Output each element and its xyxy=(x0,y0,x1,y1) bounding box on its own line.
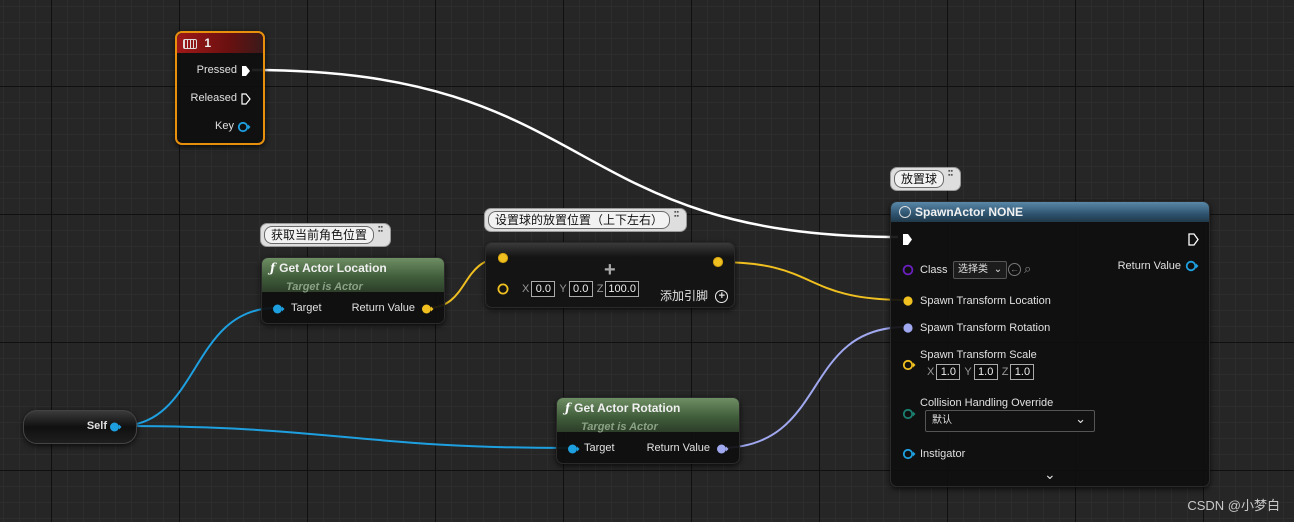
spawn-class-value: 选择类 xyxy=(958,264,988,275)
get-location-target-pin-icon[interactable] xyxy=(272,303,285,315)
function-icon: ƒ xyxy=(270,261,276,275)
key-struct-pin-icon[interactable] xyxy=(237,121,251,133)
watermark: CSDN @小梦白 xyxy=(1187,498,1280,513)
add-y-axis-label: Y xyxy=(559,283,567,295)
released-pin-label: Released xyxy=(190,92,237,104)
add-operator-plus-icon: + xyxy=(604,259,616,281)
search-icon[interactable]: ⌕ xyxy=(1024,261,1031,277)
spawn-collision-value: 默认 xyxy=(932,415,952,426)
comment-collapse-icon[interactable]: ▪▪ ▪▪ xyxy=(674,209,682,220)
get-actor-location-title: Get Actor Location xyxy=(279,261,387,275)
add-pin-plus-icon: + xyxy=(715,290,729,304)
get-rotation-target-pin-icon[interactable] xyxy=(567,443,580,455)
spawn-collision-label: Collision Handling Override xyxy=(920,397,1054,409)
get-location-target-label: Target xyxy=(291,302,322,314)
add-vector-comment[interactable]: 设置球的放置位置（上下左右）▪▪ ▪▪ xyxy=(484,208,688,232)
keyboard-event-header: 1 xyxy=(177,33,263,53)
back-arrow-icon[interactable]: ← xyxy=(1008,263,1021,276)
spawn-collision-byte-pin-icon[interactable] xyxy=(902,408,916,420)
self-node[interactable]: Self xyxy=(23,410,137,444)
get-rotation-target-label: Target xyxy=(584,442,615,454)
get-location-return-label: Return Value xyxy=(351,302,415,314)
comment-collapse-icon[interactable]: ▪▪ ▪▪ xyxy=(378,224,386,235)
get-rotation-return-rotator-pin-icon[interactable] xyxy=(716,443,729,455)
get-actor-location-node[interactable]: ƒ Get Actor Location Target is Actor Targ… xyxy=(261,257,445,324)
get-rotation-return-label: Return Value xyxy=(646,442,710,454)
chevron-down-icon: ⌄ xyxy=(1075,411,1086,426)
scale-z-axis-label: Z xyxy=(1001,366,1009,378)
self-label: Self xyxy=(86,420,107,432)
key-pin-label: Key xyxy=(215,120,234,132)
spawn-instigator-label: Instigator xyxy=(920,448,966,460)
scale-x-input[interactable]: 1.0 xyxy=(936,364,961,380)
add-input-a-vector-pin-icon[interactable] xyxy=(497,252,510,264)
spawn-actor-node[interactable]: SpawnActor NONE Class 选择类 ⌄ ← ⌕ Return V… xyxy=(890,201,1210,487)
spawn-actor-header: SpawnActor NONE xyxy=(891,202,1209,222)
scale-z-input[interactable]: 1.0 xyxy=(1010,364,1035,380)
add-vector-b-inputs: X 0.0 Y 0.0 Z 100.0 xyxy=(518,281,639,297)
add-y-input[interactable]: 0.0 xyxy=(568,281,593,297)
add-z-axis-label: Z xyxy=(596,283,604,295)
scale-x-axis-label: X xyxy=(927,366,935,378)
self-to-rotation-wire xyxy=(119,425,569,449)
add-pin-label: 添加引脚 xyxy=(660,289,709,303)
pressed-exec-pin-icon[interactable] xyxy=(241,65,251,77)
keyboard-icon xyxy=(183,38,197,49)
get-actor-rotation-subtitle: Target is Actor xyxy=(581,421,658,433)
spawn-rotation-label: Spawn Transform Rotation xyxy=(920,322,1051,334)
spawn-exec-out-pin-icon[interactable] xyxy=(1188,233,1199,246)
keyboard-event-title: 1 xyxy=(204,36,212,50)
self-object-pin-icon[interactable] xyxy=(109,421,122,433)
add-pin-button[interactable]: 添加引脚 + xyxy=(660,287,729,304)
spawn-collision-dropdown[interactable]: 默认 ⌄ xyxy=(925,410,1095,432)
spawn-actor-icon xyxy=(899,205,911,218)
chevron-down-icon: ⌄ xyxy=(993,264,1003,275)
spawn-rotation-rotator-pin-icon[interactable] xyxy=(902,322,915,334)
spawn-return-label: Return Value xyxy=(1117,260,1181,272)
get-actor-rotation-header: ƒ Get Actor Rotation Target is Actor xyxy=(557,398,739,433)
scale-y-input[interactable]: 1.0 xyxy=(973,364,998,380)
scale-y-axis-label: Y xyxy=(964,366,972,378)
spawn-scale-vector-pin-icon[interactable] xyxy=(902,359,916,371)
expand-chevron-icon[interactable]: ⌄ xyxy=(1044,466,1056,483)
get-actor-location-subtitle: Target is Actor xyxy=(286,281,363,293)
get-location-return-vector-pin-icon[interactable] xyxy=(421,303,434,315)
spawn-scale-label: Spawn Transform Scale xyxy=(920,349,1037,361)
get-actor-rotation-node[interactable]: ƒ Get Actor Rotation Target is Actor Targ… xyxy=(556,397,740,464)
keyboard-event-node[interactable]: 1 Pressed Released Key xyxy=(175,31,265,145)
spawn-class-label: Class xyxy=(920,264,948,276)
add-vector-comment-text: 设置球的放置位置（上下左右） xyxy=(488,211,671,229)
get-location-comment[interactable]: 获取当前角色位置▪▪ ▪▪ xyxy=(260,223,392,247)
spawn-actor-title: SpawnActor NONE xyxy=(915,205,1024,219)
spawn-class-dropdown[interactable]: 选择类 ⌄ xyxy=(953,261,1008,279)
spawn-class-pin-icon[interactable] xyxy=(902,264,915,276)
released-exec-pin-icon[interactable] xyxy=(241,93,251,105)
pressed-pin-label: Pressed xyxy=(196,64,237,76)
add-to-spawn-location-wire xyxy=(717,261,907,301)
rotation-to-spawn-rotation-wire xyxy=(719,326,907,449)
get-location-comment-text: 获取当前角色位置 xyxy=(264,226,375,244)
spawn-location-label: Spawn Transform Location xyxy=(920,295,1051,307)
add-vector-node[interactable]: + X 0.0 Y 0.0 Z 100.0 添加引脚 + xyxy=(485,242,735,308)
spawn-comment-text: 放置球 xyxy=(894,170,945,188)
spawn-scale-inputs: X 1.0 Y 1.0 Z 1.0 xyxy=(923,364,1035,380)
add-x-input[interactable]: 0.0 xyxy=(531,281,556,297)
comment-collapse-icon[interactable]: ▪▪ ▪▪ xyxy=(948,168,956,179)
spawn-return-object-pin-icon[interactable] xyxy=(1185,260,1199,272)
add-output-vector-pin-icon[interactable] xyxy=(712,256,725,268)
add-z-input[interactable]: 100.0 xyxy=(605,281,639,297)
spawn-comment[interactable]: 放置球▪▪ ▪▪ xyxy=(890,167,962,191)
self-to-location-wire xyxy=(119,307,277,427)
spawn-location-vector-pin-icon[interactable] xyxy=(902,295,915,307)
spawn-instigator-pin-icon[interactable] xyxy=(902,448,916,460)
get-actor-rotation-title: Get Actor Rotation xyxy=(574,401,681,415)
get-actor-location-header: ƒ Get Actor Location Target is Actor xyxy=(262,258,444,293)
add-x-axis-label: X xyxy=(522,283,530,295)
spawn-exec-in-pin-icon[interactable] xyxy=(902,233,913,246)
function-icon: ƒ xyxy=(565,401,571,415)
add-input-b-vector-pin-icon[interactable] xyxy=(497,283,510,295)
